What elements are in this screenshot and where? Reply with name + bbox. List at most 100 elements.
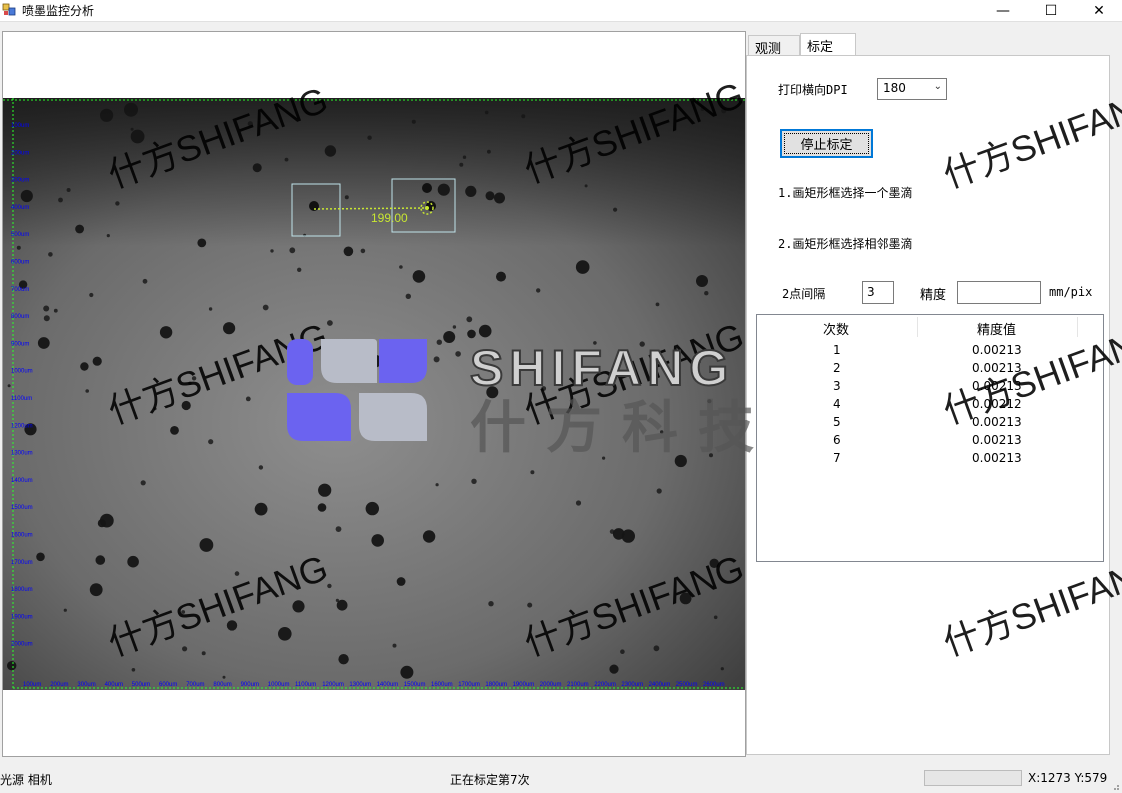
ink-drop (709, 558, 719, 568)
ink-drop (396, 577, 406, 586)
ink-drop (392, 643, 397, 648)
ink-drop (713, 615, 718, 620)
ink-drop (335, 526, 342, 532)
ink-drop (43, 315, 50, 322)
ink-drop (471, 478, 477, 484)
ink-drop (422, 183, 432, 193)
tab-watch[interactable]: 观测 (748, 35, 800, 57)
ink-drop (536, 288, 541, 293)
ruler-x-tick-label: 500um (132, 682, 150, 688)
resize-grip-icon[interactable] (1110, 781, 1120, 791)
table-row[interactable]: 6 0.00213 (757, 431, 1103, 449)
cell-count: 1 (833, 343, 841, 357)
status-bar: 光源 相机 正在标定第7次 X:1273 Y:579 (0, 765, 1122, 793)
close-icon: ✕ (1093, 3, 1105, 19)
table-row[interactable]: 4 0.00212 (757, 395, 1103, 413)
ruler-y-tick-label: 500um (11, 232, 29, 238)
results-table[interactable]: 次数 精度值 1 0.00213 2 0.00213 3 0.00213 4 0.00212 5… (756, 314, 1104, 562)
table-row[interactable]: 7 0.00213 (757, 449, 1103, 467)
table-row[interactable]: 1 0.00213 (757, 341, 1103, 359)
ink-drop (234, 571, 240, 576)
ink-drop (247, 121, 253, 127)
dpi-label: 打印横向DPI (778, 83, 848, 97)
header-precision[interactable]: 精度值 (977, 319, 1016, 338)
ruler-x-tick-label: 600um (159, 682, 177, 688)
table-row[interactable]: 2 0.00213 (757, 359, 1103, 377)
ruler-x-tick-label: 900um (241, 682, 259, 688)
ink-drop (245, 396, 251, 402)
ink-drop (7, 661, 17, 671)
cell-count: 5 (833, 415, 841, 429)
ink-drop (318, 483, 332, 497)
ink-drop (521, 114, 526, 119)
ink-drop (297, 267, 302, 272)
ruler-y-tick-label: 1000um (11, 369, 33, 375)
ink-drop (197, 238, 207, 248)
ink-drop (400, 665, 414, 679)
maximize-button[interactable]: ☐ (1028, 0, 1074, 22)
precision-input[interactable] (957, 281, 1041, 304)
ink-drop (254, 502, 268, 516)
cell-precision: 0.00213 (972, 379, 1022, 393)
cursor-coordinates: X:1273 Y:579 (1028, 771, 1108, 785)
ink-drop (252, 163, 262, 173)
ink-drop (258, 465, 264, 470)
dpi-select[interactable]: 180 ⌄ (877, 78, 947, 100)
ruler-y-tick-label: 1800um (11, 587, 33, 593)
ink-drop (487, 149, 491, 154)
minimize-button[interactable]: — (980, 0, 1026, 22)
tab-calibrate[interactable]: 标定 (800, 33, 856, 56)
ink-drop (349, 357, 354, 361)
ink-drop (222, 675, 226, 679)
ink-drop (181, 610, 186, 614)
spacing-input[interactable]: 3 (862, 281, 894, 304)
ink-drop (343, 246, 354, 257)
ink-drop (485, 191, 495, 201)
ruler-y-tick-label: 2000um (11, 642, 33, 648)
cell-precision: 0.00213 (972, 433, 1022, 447)
ink-drop (89, 583, 103, 597)
ruler-y-tick-label: 1300um (11, 451, 33, 457)
ink-drop (130, 129, 145, 144)
ink-drop (66, 188, 71, 192)
stop-calibration-button[interactable]: 停止标定 (780, 129, 873, 158)
table-row[interactable]: 3 0.00213 (757, 377, 1103, 395)
ink-drop (327, 583, 332, 589)
ink-drop (188, 381, 192, 385)
cell-precision: 0.00213 (972, 415, 1022, 429)
chevron-down-icon: ⌄ (933, 81, 942, 92)
ruler-x-tick-label: 400um (105, 682, 123, 688)
ink-drop (309, 201, 319, 211)
ink-drop (602, 456, 606, 460)
ink-drop (437, 183, 450, 196)
ruler-x-tick-label: 300um (77, 682, 95, 688)
table-row[interactable]: 5 0.00213 (757, 413, 1103, 431)
ink-drop (7, 384, 11, 388)
ruler-x-tick-label: 100um (23, 682, 41, 688)
cell-precision: 0.00213 (972, 343, 1022, 357)
ink-drop (181, 400, 191, 411)
ink-drop (527, 602, 533, 608)
camera-image[interactable]: 100um 200um 300um 400um 500um 600um 700um 800um… (3, 98, 745, 690)
ink-drop (262, 304, 269, 311)
cell-count: 7 (833, 451, 841, 465)
ink-drop (486, 386, 499, 399)
dpi-select-value: 180 (883, 81, 906, 95)
ink-drop (310, 416, 320, 427)
ruler-y-tick-label: 1900um (11, 614, 33, 620)
cell-count: 3 (833, 379, 841, 393)
ink-drop (484, 110, 489, 115)
title-bar[interactable]: 喷墨监控分析 — ☐ ✕ (0, 0, 1122, 22)
ink-drop (679, 592, 692, 605)
ink-drop (488, 601, 494, 607)
ink-drop (106, 234, 110, 238)
ruler-y-tick-label: 600um (11, 260, 29, 266)
status-center: 正在标定第7次 (450, 773, 530, 787)
header-count[interactable]: 次数 (823, 319, 849, 338)
ink-drop (53, 308, 58, 313)
ink-drop (43, 305, 50, 312)
ink-drop (399, 265, 403, 269)
close-button[interactable]: ✕ (1076, 0, 1122, 22)
ink-drop (329, 418, 336, 424)
ink-drop (433, 356, 440, 363)
